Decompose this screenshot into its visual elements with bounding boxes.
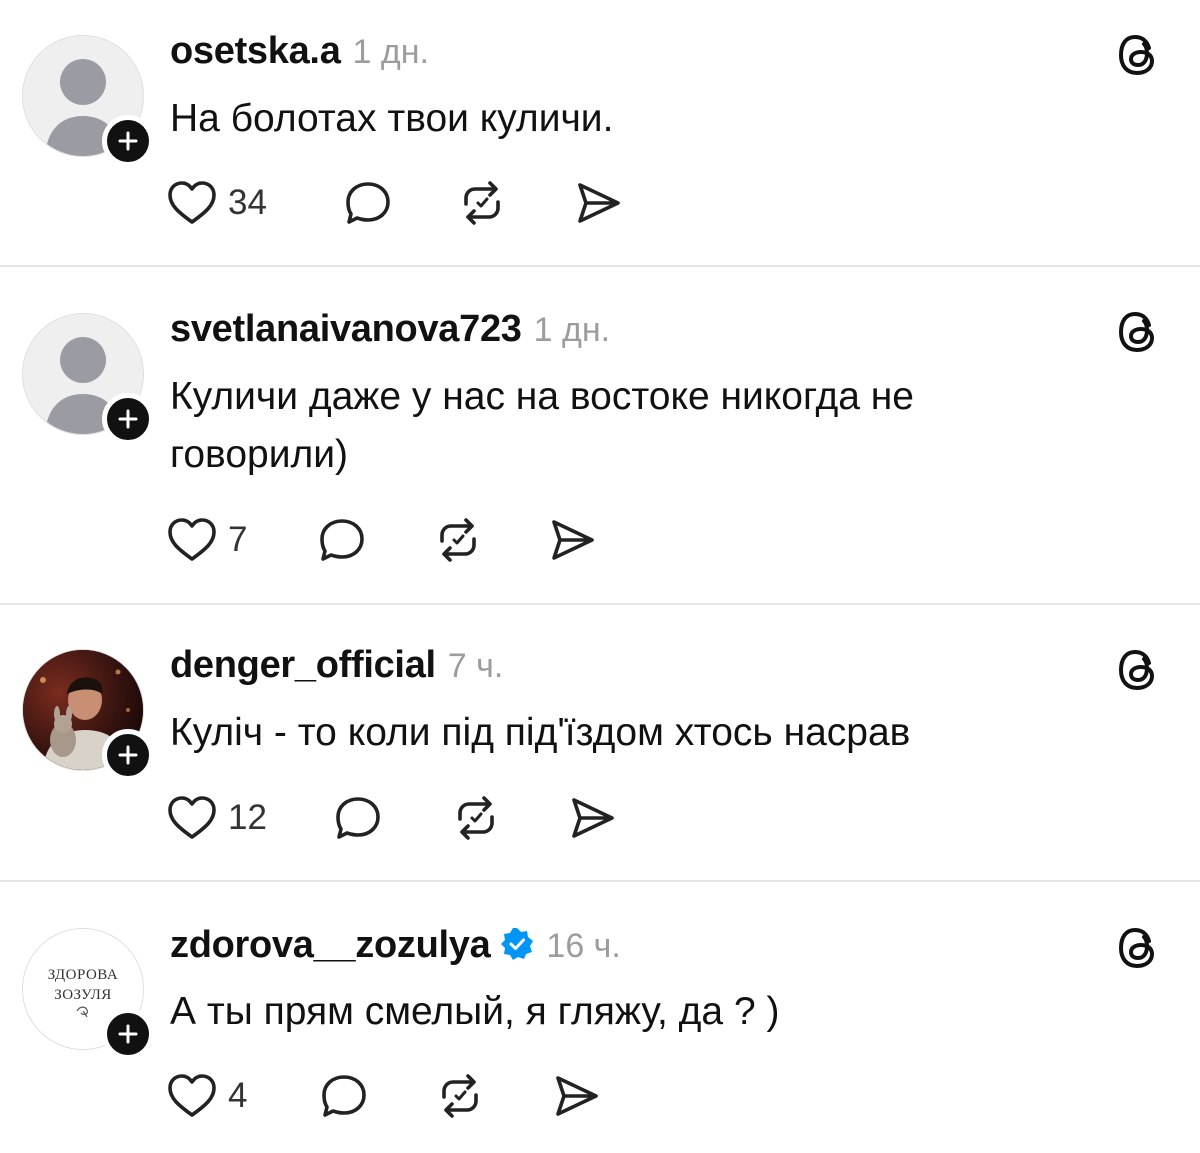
like-count: 12 [228,798,267,837]
reply-button[interactable] [318,1071,370,1121]
heart-icon [166,793,218,843]
threads-logo-icon[interactable] [1114,923,1164,973]
avatar[interactable] [22,649,154,781]
share-button[interactable] [572,178,624,228]
comment-text: На болотах твои куличи. [170,97,614,140]
heart-icon [166,178,218,228]
comment-bubble-icon [318,1071,370,1121]
comment-feed: osetska.a 1 дн. На болотах твои куличи. … [0,0,1200,1153]
heart-icon [166,515,218,565]
comment-bubble-icon [342,178,394,228]
divider [0,603,1200,605]
username[interactable]: zdorova__zozulya [170,924,491,967]
timestamp: 16 ч. [546,927,621,965]
like-count: 34 [228,183,267,222]
send-icon [572,178,624,228]
reply-button[interactable] [316,515,368,565]
reply-button[interactable] [332,793,384,843]
comment-text: Куличи даже у нас на востоке никогда не … [170,375,914,476]
divider [0,265,1200,267]
send-icon [546,515,598,565]
like-button[interactable]: 12 [166,793,267,843]
logo-text-line-1: ЗДОРОВА [48,967,118,983]
threads-logo-icon[interactable] [1114,645,1164,695]
avatar[interactable] [22,313,154,445]
threads-logo-icon[interactable] [1114,307,1164,357]
divider [0,880,1200,882]
repost-icon [450,793,502,843]
username[interactable]: denger_official [170,644,436,687]
follow-plus-icon[interactable] [102,1008,154,1060]
like-button[interactable]: 34 [166,178,267,228]
repost-icon [434,1071,486,1121]
follow-plus-icon[interactable] [102,729,154,781]
like-count: 4 [228,1076,248,1115]
repost-button[interactable] [450,793,502,843]
like-button[interactable]: 7 [166,515,247,565]
repost-icon [432,515,484,565]
repost-button[interactable] [456,178,508,228]
verified-badge-icon [500,927,534,966]
like-button[interactable]: 4 [166,1071,247,1121]
share-button[interactable] [550,1071,602,1121]
follow-plus-icon[interactable] [102,393,154,445]
follow-plus-icon[interactable] [102,115,154,167]
avatar[interactable]: ЗДОРОВА ЗОЗУЛЯ [22,928,154,1060]
send-icon [566,793,618,843]
send-icon [550,1071,602,1121]
timestamp: 1 дн. [533,311,611,349]
repost-button[interactable] [434,1071,486,1121]
comment-text: Куліч - то коли під під'їздом хтось наср… [170,711,911,754]
logo-text-line-2: ЗОЗУЛЯ [54,987,112,1003]
reply-button[interactable] [342,178,394,228]
like-count: 7 [228,520,248,559]
heart-icon [166,1071,218,1121]
timestamp: 1 дн. [352,33,429,71]
timestamp: 7 ч. [447,647,504,685]
share-button[interactable] [546,515,598,565]
username[interactable]: osetska.a [170,30,341,73]
threads-logo-icon[interactable] [1114,30,1164,80]
repost-button[interactable] [432,515,484,565]
share-button[interactable] [566,793,618,843]
username[interactable]: svetlanaivanova723 [170,308,522,351]
repost-icon [456,178,508,228]
comment-text: А ты прям смелый, я гляжу, да ? ) [170,990,780,1033]
avatar[interactable] [22,35,154,167]
comment-bubble-icon [316,515,368,565]
comment-bubble-icon [332,793,384,843]
